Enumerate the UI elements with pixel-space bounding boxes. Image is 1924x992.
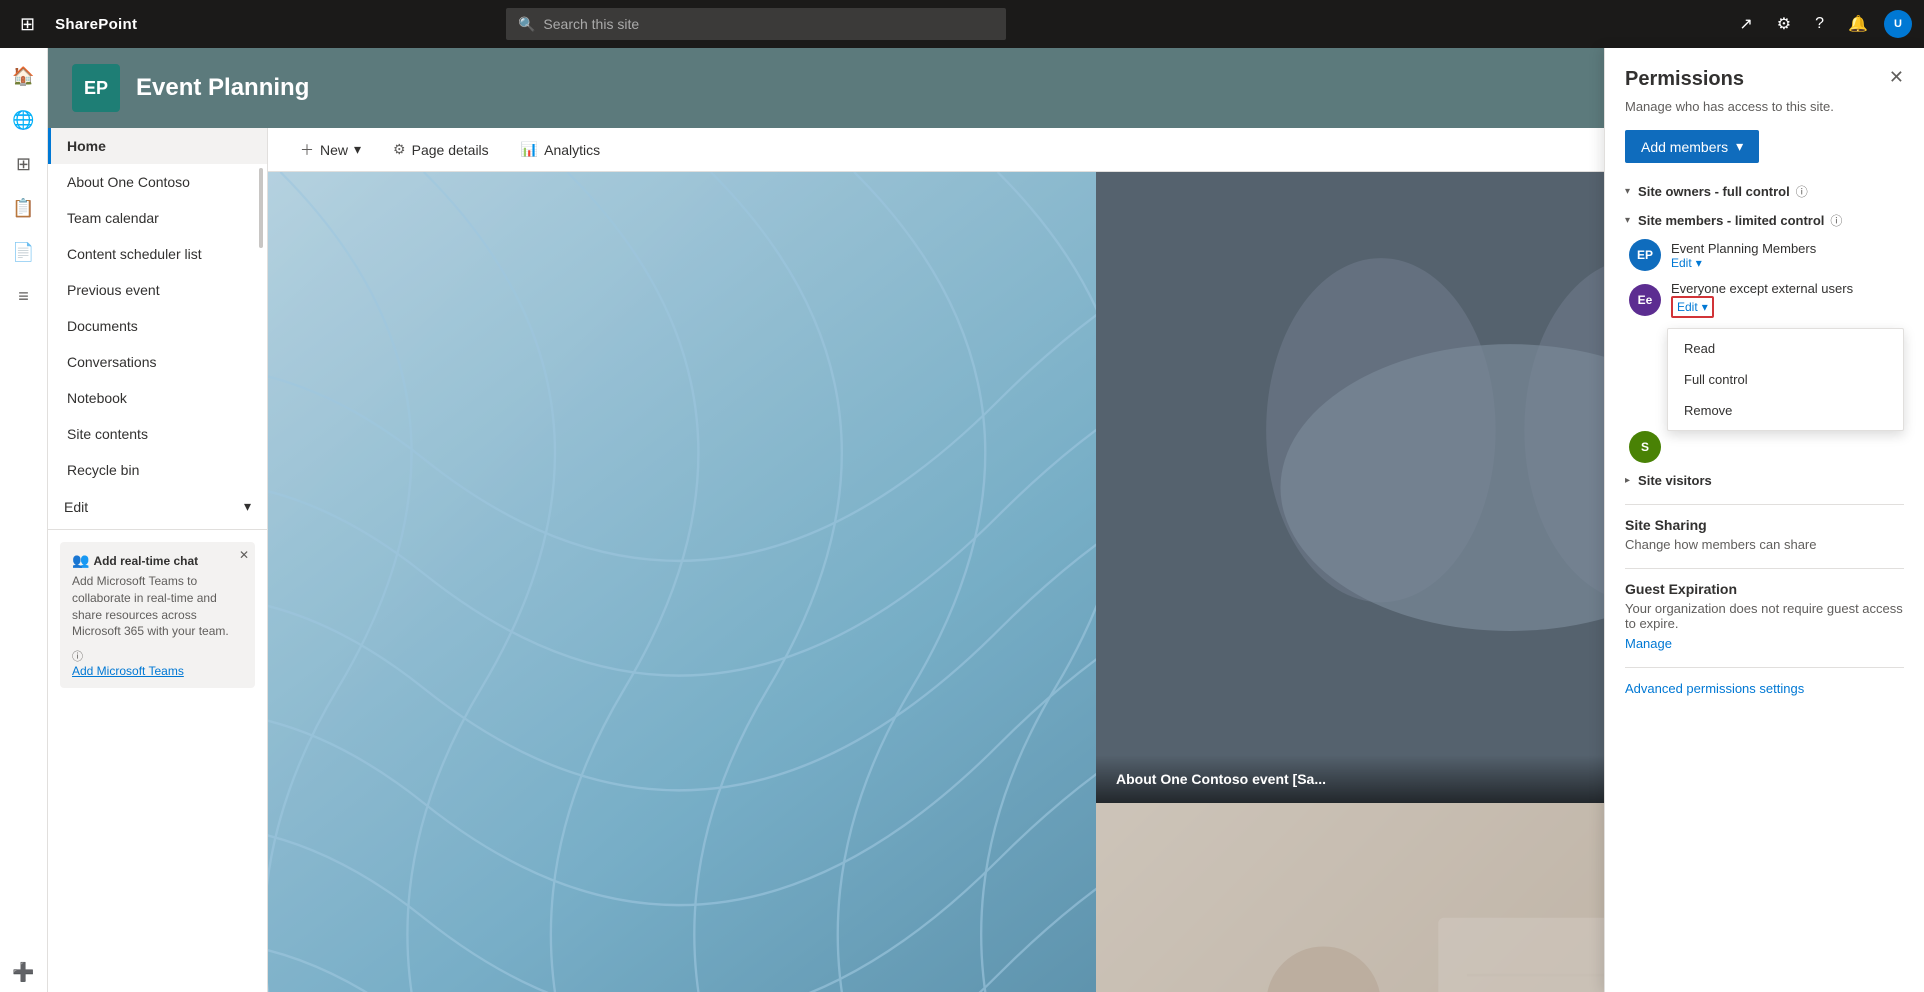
nav-home-icon[interactable]: 🏠: [4, 56, 44, 96]
chat-info-icon: ⓘ: [72, 651, 83, 663]
member-row-ep: EP Event Planning Members Edit ▾: [1625, 239, 1904, 271]
owners-chevron-icon: ▾: [1625, 186, 1630, 197]
sidebar-item-home[interactable]: Home: [48, 128, 267, 164]
member-avatar-s: S: [1629, 431, 1661, 463]
chat-banner-title: 👥 Add real-time chat: [72, 552, 243, 569]
sidebar-edit-chevron: ▾: [244, 498, 251, 515]
top-bar: ⊞ SharePoint 🔍 ↗ ⚙ ? 🔔 U: [0, 0, 1924, 48]
visitors-chevron-icon: ▸: [1625, 475, 1630, 486]
members-chevron-icon: ▾: [1625, 215, 1630, 226]
new-button[interactable]: ＋ New ▾: [292, 136, 369, 164]
left-icon-nav: 🏠 🌐 ⊞ 📋 📄 ≡ ➕: [0, 48, 48, 992]
perm-members-header[interactable]: ▾ Site members - limited control ⓘ: [1625, 212, 1904, 229]
site-sharing-desc: Change how members can share: [1625, 537, 1904, 552]
members-title: Site members - limited control: [1638, 213, 1824, 228]
guest-expiration-section: Guest Expiration Your organization does …: [1625, 568, 1904, 651]
nav-globe-icon[interactable]: 🌐: [4, 100, 44, 140]
perm-owners-header[interactable]: ▾ Site owners - full control ⓘ: [1625, 183, 1904, 200]
dropdown-full-control[interactable]: Full control: [1668, 364, 1903, 395]
settings-icon[interactable]: ⚙: [1769, 10, 1799, 38]
advanced-permissions-section: Advanced permissions settings: [1625, 667, 1904, 696]
user-avatar[interactable]: U: [1884, 10, 1912, 38]
member-name-ep: Event Planning Members: [1671, 241, 1904, 256]
manage-link[interactable]: Manage: [1625, 636, 1672, 651]
site-title: Event Planning: [136, 74, 309, 102]
panel-title: Permissions: [1625, 68, 1744, 91]
panel-header: Permissions ✕: [1625, 68, 1904, 91]
ee-role-chevron: ▾: [1702, 300, 1708, 314]
sidebar-item-previous-event[interactable]: Previous event: [48, 272, 267, 308]
member-row-s: S: [1625, 431, 1904, 463]
dropdown-remove[interactable]: Remove: [1668, 395, 1903, 426]
chat-banner-desc: Add Microsoft Teams to collaborate in re…: [72, 573, 243, 640]
sidebar-item-content-scheduler[interactable]: Content scheduler list: [48, 236, 267, 272]
sidebar-edit-label: Edit: [64, 499, 88, 515]
waffle-icon[interactable]: ⊞: [12, 10, 43, 39]
teams-icon: 👥: [72, 552, 89, 569]
member-name-ee: Everyone except external users: [1671, 281, 1904, 296]
member-avatar-ep: EP: [1629, 239, 1661, 271]
permissions-panel: Permissions ✕ Manage who has access to t…: [1604, 48, 1924, 992]
brand-name: SharePoint: [55, 16, 137, 33]
sidebar-divider: [48, 529, 267, 530]
guest-expiration-desc: Your organization does not require guest…: [1625, 601, 1904, 631]
ep-role-chevron: ▾: [1696, 256, 1702, 270]
notifications-icon[interactable]: 🔔: [1840, 10, 1876, 38]
owners-info-icon[interactable]: ⓘ: [1796, 183, 1808, 200]
site-sharing-title: Site Sharing: [1625, 517, 1904, 533]
sidebar-item-documents[interactable]: Documents: [48, 308, 267, 344]
member-info-ee: Everyone except external users Edit ▾: [1671, 281, 1904, 318]
sidebar-edit-row[interactable]: Edit ▾: [48, 488, 267, 525]
members-info-icon[interactable]: ⓘ: [1830, 212, 1842, 229]
chat-banner-close[interactable]: ✕: [239, 548, 249, 562]
panel-subtitle: Manage who has access to this site.: [1625, 99, 1904, 114]
sidebar-item-notebook[interactable]: Notebook: [48, 380, 267, 416]
nav-add-icon[interactable]: ➕: [4, 952, 44, 992]
perm-section-owners: ▾ Site owners - full control ⓘ: [1625, 183, 1904, 200]
member-info-ep: Event Planning Members Edit ▾: [1671, 241, 1904, 270]
member-role-ep[interactable]: Edit ▾: [1671, 256, 1904, 270]
panel-close-button[interactable]: ✕: [1889, 68, 1904, 86]
plus-icon: ＋: [300, 140, 314, 160]
member-role-ee[interactable]: Edit ▾: [1671, 296, 1714, 318]
member-row-ee: Ee Everyone except external users Edit ▾: [1625, 281, 1904, 318]
share-icon[interactable]: ↗: [1731, 10, 1760, 38]
member-avatar-ee: Ee: [1629, 284, 1661, 316]
search-box[interactable]: 🔍: [506, 8, 1006, 40]
site-sharing-section: Site Sharing Change how members can shar…: [1625, 504, 1904, 552]
search-icon: 🔍: [518, 16, 535, 33]
chat-banner: ✕ 👥 Add real-time chat Add Microsoft Tea…: [60, 542, 255, 688]
nav-doc-icon[interactable]: 📄: [4, 232, 44, 272]
guest-expiration-title: Guest Expiration: [1625, 581, 1904, 597]
top-bar-actions: ↗ ⚙ ? 🔔 U: [1731, 10, 1912, 38]
role-dropdown-menu: Read Full control Remove: [1667, 328, 1904, 431]
add-members-chevron: ▾: [1736, 138, 1743, 155]
sidebar-item-site-contents[interactable]: Site contents: [48, 416, 267, 452]
site-logo: EP: [72, 64, 120, 112]
dropdown-read[interactable]: Read: [1668, 333, 1903, 364]
owners-title: Site owners - full control: [1638, 184, 1790, 199]
analytics-button[interactable]: 📊 Analytics: [513, 137, 608, 162]
visitors-title: Site visitors: [1638, 473, 1712, 488]
sidebar-item-recycle-bin[interactable]: Recycle bin: [48, 452, 267, 488]
hero-left[interactable]: Content scheduler list [Sample content]: [268, 172, 1096, 992]
sidebar-item-conversations[interactable]: Conversations: [48, 344, 267, 380]
add-members-button[interactable]: Add members ▾: [1625, 130, 1759, 163]
page-details-button[interactable]: ⚙ Page details: [385, 137, 497, 162]
advanced-permissions-link[interactable]: Advanced permissions settings: [1625, 681, 1804, 696]
nav-list-icon[interactable]: ≡: [4, 276, 44, 316]
new-chevron-icon: ▾: [354, 141, 361, 158]
perm-section-members: ▾ Site members - limited control ⓘ EP Ev…: [1625, 212, 1904, 488]
help-icon[interactable]: ?: [1807, 11, 1832, 37]
analytics-icon: 📊: [521, 141, 538, 158]
nav-notes-icon[interactable]: 📋: [4, 188, 44, 228]
sidebar-item-calendar[interactable]: Team calendar: [48, 200, 267, 236]
sidebar: Home About One Contoso Team calendar Con…: [48, 128, 268, 992]
site-visitors-row[interactable]: ▸ Site visitors: [1625, 473, 1904, 488]
search-input[interactable]: [543, 16, 994, 32]
sidebar-item-about[interactable]: About One Contoso: [48, 164, 267, 200]
gear-icon: ⚙: [393, 141, 406, 158]
add-teams-link[interactable]: Add Microsoft Teams: [72, 664, 184, 678]
nav-apps-icon[interactable]: ⊞: [4, 144, 44, 184]
